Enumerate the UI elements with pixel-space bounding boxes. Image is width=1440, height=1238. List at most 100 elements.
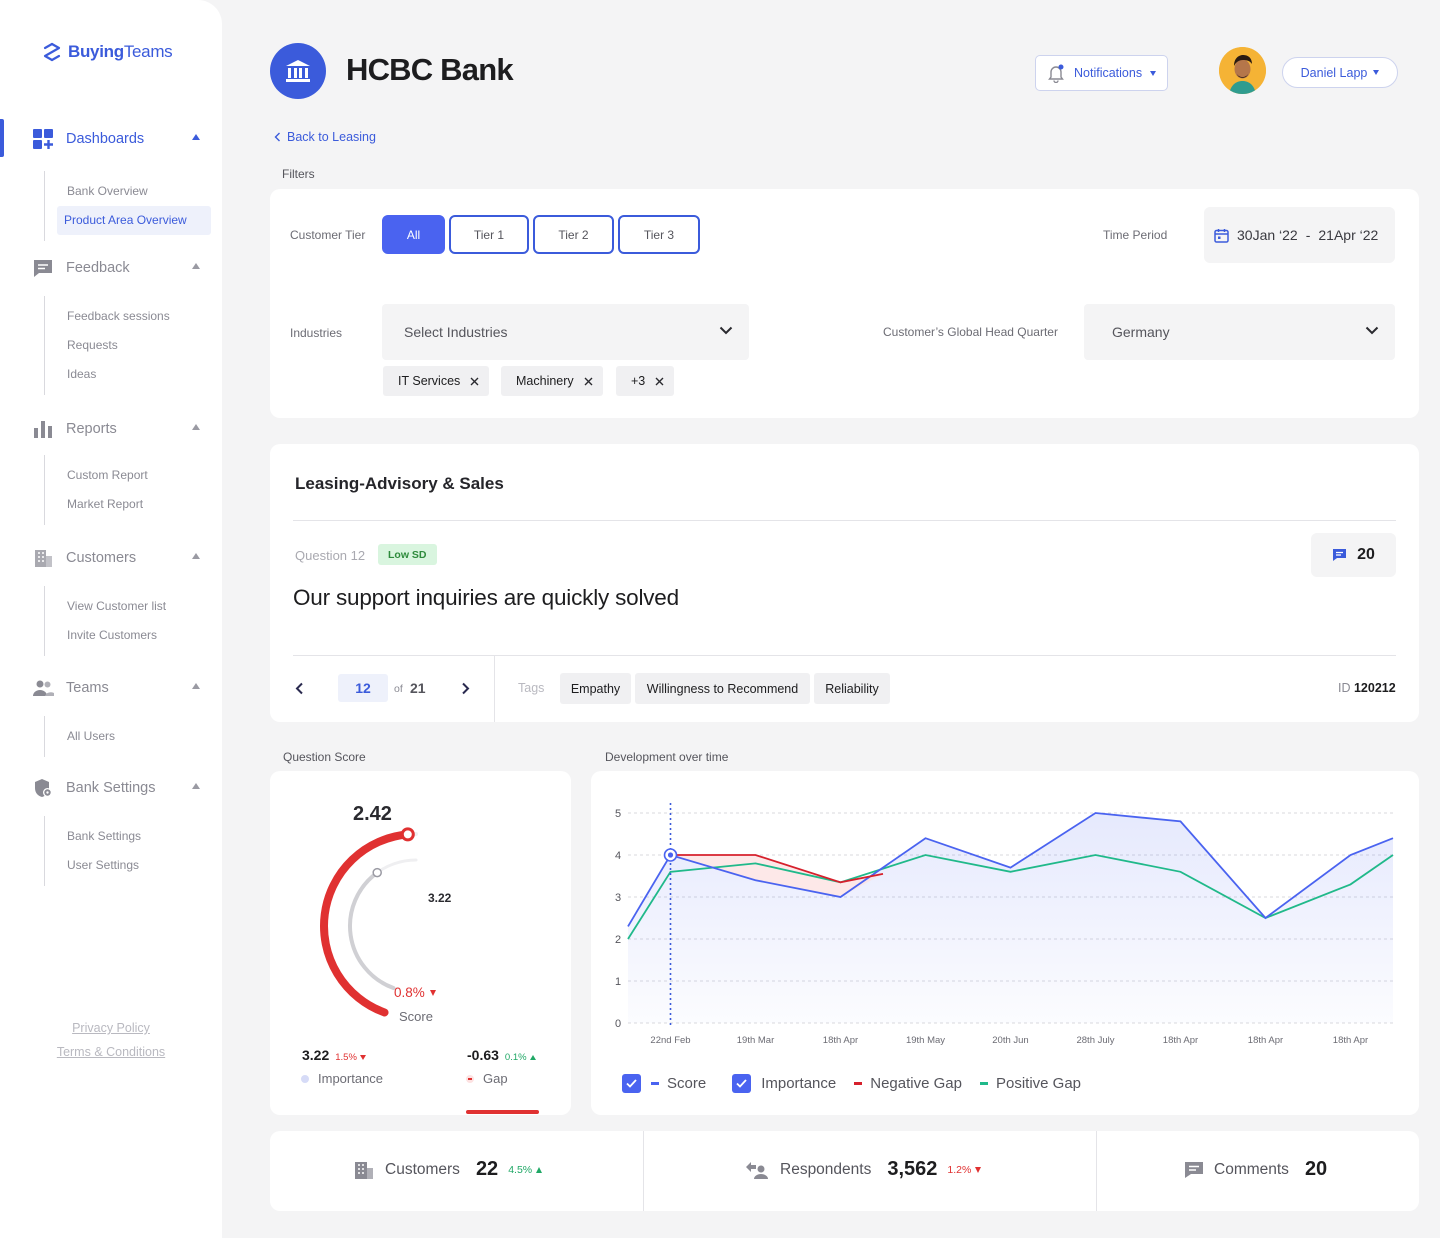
terms-link[interactable]: Terms & Conditions <box>0 1045 222 1059</box>
legend-negative-gap[interactable]: Negative Gap <box>854 1075 962 1092</box>
tag-reliability[interactable]: Reliability <box>814 673 890 704</box>
score-change: 0.8% <box>394 985 436 1000</box>
caret-up-icon <box>192 134 200 140</box>
arrow-up-icon <box>536 1166 543 1173</box>
legend-score[interactable]: Score <box>622 1074 706 1093</box>
comments-count-button[interactable]: 20 <box>1311 533 1396 577</box>
hq-select[interactable]: Germany <box>1084 304 1395 360</box>
app-logo[interactable]: BuyingTeams <box>42 42 173 62</box>
x-tick-label: 28th July <box>1076 1035 1114 1046</box>
nav-customers[interactable]: Customers <box>0 538 222 578</box>
tier-2-button[interactable]: Tier 2 <box>533 215 614 254</box>
building-icon <box>32 547 54 569</box>
respondents-icon <box>746 1161 768 1179</box>
checkbox-checked-icon[interactable] <box>732 1074 752 1093</box>
legend-positive-gap[interactable]: Positive Gap <box>979 1075 1081 1092</box>
customers-label: Customers <box>385 1160 460 1178</box>
nav-label: Feedback <box>66 260 130 276</box>
bank-icon <box>286 60 310 82</box>
sidebar-item-bank-overview[interactable]: Bank Overview <box>45 177 222 206</box>
nav-bank-settings[interactable]: Bank Settings <box>0 768 222 808</box>
gap-underline <box>466 1110 539 1114</box>
industries-select[interactable]: Select Industries <box>382 304 749 360</box>
nav-dashboards[interactable]: Dashboards <box>0 119 222 159</box>
sidebar-item-market-report[interactable]: Market Report <box>45 490 222 519</box>
date-separator: - <box>1305 227 1311 243</box>
nav-feedback[interactable]: Feedback <box>0 248 222 288</box>
comments-count: 20 <box>1357 546 1375 563</box>
arrow-down-icon <box>975 1166 982 1173</box>
caret-up-icon <box>192 263 200 269</box>
date-range-picker[interactable]: 30Jan ‘22 - 21Apr ‘22 <box>1204 207 1395 263</box>
sidebar-item-bank-settings[interactable]: Bank Settings <box>45 822 222 851</box>
chip-it-services[interactable]: IT Services <box>383 366 490 396</box>
back-link[interactable]: Back to Leasing <box>274 130 376 144</box>
checkbox-checked-icon[interactable] <box>622 1074 641 1093</box>
legend-importance[interactable]: Importance <box>732 1074 836 1093</box>
caret-up-icon <box>192 424 200 430</box>
building-icon <box>355 1161 373 1179</box>
nav-label: Bank Settings <box>66 780 156 796</box>
x-tick-label: 20th Jun <box>992 1035 1028 1046</box>
user-menu-button[interactable]: Daniel Lapp <box>1282 57 1398 88</box>
people-icon <box>32 677 54 699</box>
customer-tier-label: Customer Tier <box>290 228 366 242</box>
legend-label: Score <box>667 1075 707 1092</box>
nav-sub-feedback: Feedback sessions Requests Ideas <box>44 296 222 395</box>
chip-more[interactable]: +3 <box>616 366 675 396</box>
sidebar-footer: Privacy Policy Terms & Conditions <box>0 1021 222 1069</box>
chip-label: IT Services <box>398 374 461 388</box>
tag-empathy[interactable]: Empathy <box>560 673 631 704</box>
y-tick-label: 0 <box>615 1018 621 1030</box>
calendar-icon <box>1214 228 1229 243</box>
sidebar-item-view-customer-list[interactable]: View Customer list <box>45 592 222 621</box>
score-area <box>628 813 1393 1023</box>
sidebar-item-ideas[interactable]: Ideas <box>45 360 222 389</box>
sidebar: BuyingTeams Dashboards Bank Overview Pro… <box>0 0 222 1238</box>
importance-change: 1.5% <box>335 1052 357 1063</box>
y-tick-label: 1 <box>615 976 621 988</box>
nav-reports[interactable]: Reports <box>0 409 222 449</box>
close-icon[interactable] <box>584 377 593 386</box>
nav-teams[interactable]: Teams <box>0 668 222 708</box>
id-label: ID <box>1338 681 1351 695</box>
comments-stat: Comments 20 <box>1184 1158 1327 1181</box>
tier-all-button[interactable]: All <box>382 215 445 254</box>
next-question-button[interactable] <box>455 677 475 699</box>
prev-question-button[interactable] <box>289 677 309 699</box>
caret-down-icon <box>1373 70 1380 75</box>
current-page[interactable]: 12 <box>338 674 388 702</box>
tier-3-button[interactable]: Tier 3 <box>618 215 700 254</box>
chevron-left-icon <box>274 132 280 142</box>
hq-value: Germany <box>1112 324 1170 340</box>
divider <box>293 520 1396 521</box>
chevron-down-icon <box>1365 326 1379 335</box>
sidebar-item-feedback-sessions[interactable]: Feedback sessions <box>45 302 222 331</box>
nav-group-reports: Reports Custom Report Market Report <box>0 409 222 525</box>
page-title: HCBC Bank <box>346 52 514 87</box>
sidebar-item-product-area-overview[interactable]: Product Area Overview <box>57 206 211 235</box>
tag-willingness[interactable]: Willingness to Recommend <box>635 673 810 704</box>
score-label: Score <box>399 1009 433 1024</box>
y-tick-label: 2 <box>615 934 621 946</box>
development-chart: 0 1 2 3 4 5 22nd Feb 19th Mar 18th Apr 19th May 20… <box>615 803 1394 1046</box>
gauge-score: 2.42 <box>353 803 392 825</box>
sidebar-item-custom-report[interactable]: Custom Report <box>45 461 222 490</box>
sidebar-item-requests[interactable]: Requests <box>45 331 222 360</box>
notifications-button[interactable]: Notifications <box>1035 55 1168 91</box>
bar-chart-icon <box>32 418 54 440</box>
close-icon[interactable] <box>655 377 664 386</box>
tier-1-button[interactable]: Tier 1 <box>449 215 529 254</box>
sidebar-item-invite-customers[interactable]: Invite Customers <box>45 621 222 650</box>
avatar[interactable] <box>1219 47 1266 94</box>
sidebar-item-user-settings[interactable]: User Settings <box>45 851 222 880</box>
bell-icon <box>1048 64 1064 83</box>
chip-machinery[interactable]: Machinery <box>501 366 603 396</box>
arrow-down-icon <box>429 989 436 996</box>
sidebar-item-all-users[interactable]: All Users <box>45 722 222 751</box>
privacy-policy-link[interactable]: Privacy Policy <box>0 1021 222 1035</box>
importance-stat: 3.22 1.5% <box>302 1047 366 1063</box>
x-tick-label: 19th May <box>906 1035 945 1046</box>
hq-label: Customer’s Global Head Quarter <box>883 325 1058 339</box>
close-icon[interactable] <box>470 377 479 386</box>
